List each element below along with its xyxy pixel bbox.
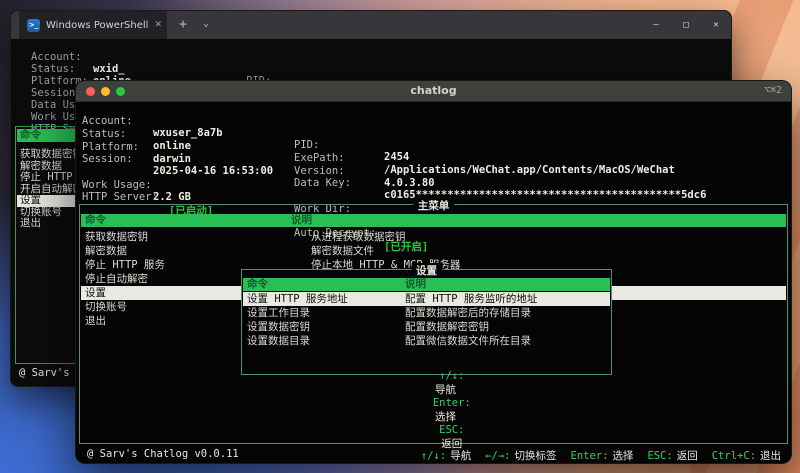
window-controls: – □ ✕ <box>641 11 731 39</box>
chatlog-window: chatlog ⌥⌘2 Account: wxuser_8a7b PID: 24… <box>75 80 792 464</box>
hint-key: ESC: <box>647 450 673 462</box>
hint-back: ESC: 返回 <box>647 448 697 463</box>
hint-navigate: ↑/↓: 导航 <box>421 448 471 463</box>
menu-item-description: 配置数据解密密钥 <box>405 321 489 333</box>
new-tab-button[interactable]: + <box>172 11 194 39</box>
hint-key: ESC: <box>439 424 465 436</box>
info-row: Data Usage: 49.7 GB Data Dir: /Users/sar… <box>76 154 791 167</box>
maximize-button[interactable]: □ <box>671 11 701 39</box>
statusbar-brand: @ Sarv's Chatlog v0.0.11 <box>87 448 239 460</box>
dialog-item[interactable]: 设置工作目录 配置数据解密后的存储目录 <box>243 306 610 320</box>
close-button[interactable]: ✕ <box>701 11 731 39</box>
hint-key: Ctrl+C: <box>711 450 756 462</box>
menu-header-command: 命令 <box>247 278 268 290</box>
menu-item[interactable]: 解密数据 解密数据文件 <box>81 244 786 258</box>
info-row: Session: 2025-04-16 16:53:00 Data Key: c… <box>76 141 791 201</box>
hint-label: 返回 <box>676 450 698 462</box>
hint-label: 选择 <box>434 411 456 423</box>
hint-label: 导航 <box>450 450 472 462</box>
tab-close-icon[interactable]: ✕ <box>154 20 162 30</box>
menu-header-row: 命令 说明 <box>81 214 786 227</box>
hint-quit: Ctrl+C: 退出 <box>712 448 781 463</box>
main-menu-title: 主菜单 <box>412 198 455 213</box>
menu-item-command: 退出 <box>85 315 106 327</box>
menu-item-command: 获取数据密钥 <box>85 231 148 243</box>
hint-key: ↑/↓: <box>420 450 447 462</box>
dialog-header-row: 命令 说明 <box>243 278 610 291</box>
hint-label: 退出 <box>760 450 781 462</box>
menu-item-command: 设置 <box>85 287 106 299</box>
hint-select: Enter: 选择 <box>571 448 634 463</box>
dialog-item[interactable]: 设置数据目录 配置微信数据文件所在目录 <box>243 334 610 348</box>
hint-label: 选择 <box>612 450 634 462</box>
tab-windows-powershell[interactable]: >_ Windows PowerShell ✕ <box>19 11 167 39</box>
menu-item-command: 设置数据密钥 <box>247 321 310 333</box>
title-bar[interactable]: chatlog ⌥⌘2 <box>76 81 791 102</box>
tab-dropdown-icon[interactable]: ⌄ <box>195 11 217 39</box>
info-label: HTTP Server: <box>82 191 158 203</box>
window-title: chatlog <box>410 84 457 97</box>
menu-item-description: 配置 HTTP 服务监听的地址 <box>405 293 538 305</box>
desktop: >_ Windows PowerShell ✕ + ⌄ – □ ✕ Accoun… <box>0 0 800 473</box>
tab-title: Windows PowerShell <box>46 19 149 31</box>
dialog-item[interactable]: 设置数据密钥 配置数据解密密钥 <box>243 320 610 334</box>
hint-key: ↑/↓: <box>439 370 465 382</box>
info-row: Status: online ExePath: /Applications/We… <box>76 116 791 176</box>
menu-item-command: 设置工作目录 <box>247 307 310 319</box>
settings-dialog: 设置 命令 说明 设置 HTTP 服务地址 配置 HTTP 服务监听的地址 设置… <box>241 263 612 450</box>
minimize-button[interactable]: – <box>641 11 671 39</box>
hint-key: ←/→: <box>485 450 511 462</box>
hint-key: Enter: <box>432 397 471 409</box>
menu-item-description: 配置微信数据文件所在目录 <box>405 335 531 347</box>
tab-bar: >_ Windows PowerShell ✕ + ⌄ – □ ✕ <box>11 11 731 39</box>
powershell-icon: >_ <box>27 18 40 32</box>
menu-item-command: 解密数据 <box>85 245 127 257</box>
menu-item-command: 设置 HTTP 服务地址 <box>247 293 348 305</box>
dialog-item-selected[interactable]: 设置 HTTP 服务地址 配置 HTTP 服务监听的地址 <box>243 292 610 306</box>
menu-header-command: 命令 <box>85 214 106 226</box>
hint-switch-tab: ←/→: 切换标签 <box>485 448 556 463</box>
menu-item-command: 切换账号 <box>85 301 127 313</box>
menu-item-command: 设置数据目录 <box>247 335 310 347</box>
hint-label: 切换标签 <box>514 450 557 462</box>
menu-item-description: 解密数据文件 <box>311 245 374 257</box>
window-shortcut: ⌥⌘2 <box>763 85 782 96</box>
menu-header-description: 说明 <box>405 278 426 290</box>
hint-label: 导航 <box>434 384 456 396</box>
menu-item-command: 停止 HTTP 服务 <box>85 259 165 271</box>
menu-header-description: 说明 <box>291 214 312 226</box>
menu-item-description: 配置数据解密后的存储目录 <box>405 307 531 319</box>
info-row: Account: wxuser_8a7b PID: 2454 <box>76 103 791 163</box>
menu-item[interactable]: 获取数据密钥 从进程获取数据密钥 <box>81 230 786 244</box>
settings-dialog-title: 设置 <box>411 263 442 278</box>
info-value: 2.2 GB <box>153 191 191 203</box>
menu-item-command: 停止自动解密 <box>85 273 148 285</box>
menu-item-description: 从进程获取数据密钥 <box>311 231 406 243</box>
info-row: HTTP Server: [已启动] [127.0.0.1:5030] Auto… <box>76 179 791 253</box>
hint-key: Enter: <box>570 450 609 462</box>
statusbar-hint-bar: ↑/↓: 导航 ←/→: 切换标签 Enter: 选择 ESC: 返回 Ctrl+C: 退… <box>421 448 781 463</box>
